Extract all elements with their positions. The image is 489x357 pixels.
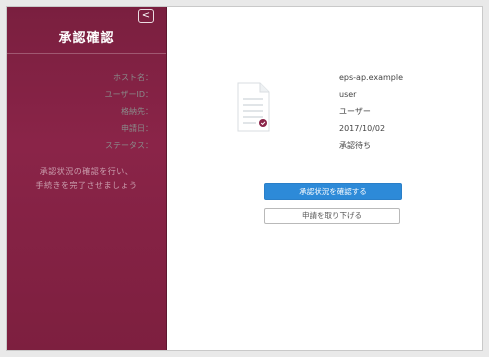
date-value: 2017/10/02: [339, 124, 386, 133]
app-window: < 承認確認 承認状況の確認を行い、 手続きを完了させましょう ホスト名： ep…: [6, 6, 483, 351]
user-id-label: ユーザーID：: [104, 90, 153, 99]
sidebar-divider: [7, 53, 166, 54]
status-value: 承認待ち: [339, 141, 371, 150]
withdraw-application-button[interactable]: 申請を取り下げる: [264, 208, 400, 224]
sidebar-message-line: 手続きを完了させましょう: [35, 181, 138, 190]
sidebar: < 承認確認 承認状況の確認を行い、 手続きを完了させましょう: [7, 7, 167, 350]
sidebar-message-line: 承認状況の確認を行い、: [39, 167, 134, 176]
host-label: ホスト名：: [113, 73, 153, 82]
store-value: ユーザー: [339, 107, 371, 116]
sidebar-title: 承認確認: [58, 31, 115, 46]
document-pending-icon: [237, 82, 270, 132]
chevron-left-icon[interactable]: <: [138, 9, 154, 23]
host-value: eps-ap.example: [339, 73, 404, 82]
store-label: 格納先：: [121, 107, 153, 116]
user-id-value: user: [339, 90, 357, 99]
date-label: 申請日：: [121, 124, 153, 133]
check-status-button[interactable]: 承認状況を確認する: [264, 183, 402, 200]
sidebar-message: 承認状況の確認を行い、 手続きを完了させましょう: [7, 165, 166, 193]
status-label: ステータス：: [105, 141, 153, 150]
